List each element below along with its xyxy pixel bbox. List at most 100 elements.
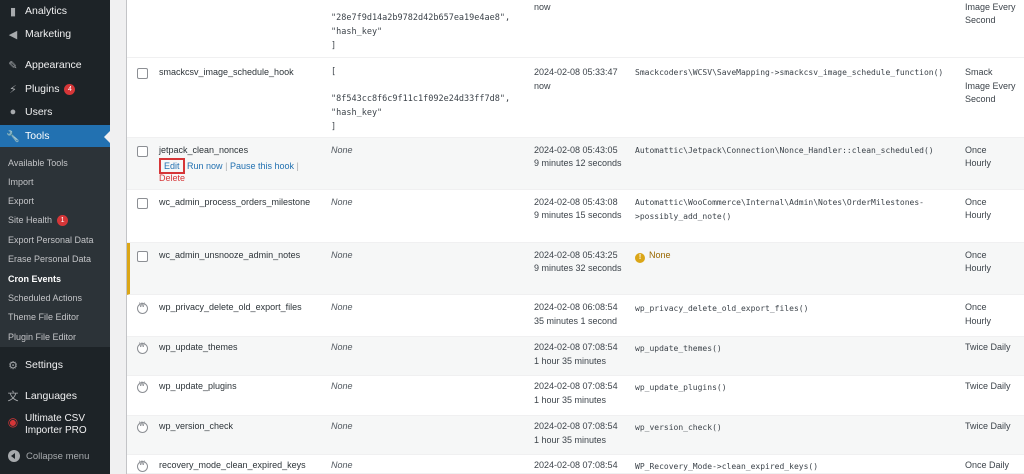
wordpress-core-icon [137, 422, 148, 433]
sidebar-item-tools[interactable]: 🔧 Tools [0, 125, 110, 147]
recurrence: Hourly [965, 316, 992, 326]
site-health-badge: 1 [57, 214, 69, 226]
sidebar-item-label: Ultimate CSV Importer PRO [25, 413, 87, 436]
sidebar-item-label: Languages [25, 390, 77, 402]
action-callback: wp_update_plugins() [635, 383, 727, 392]
cron-events-table: "28e7f9d14a2b9782d42b657ea19e4ae8", "has… [126, 0, 1024, 474]
args-line: "hash_key" [331, 108, 383, 118]
collapse-menu-button[interactable]: Collapse menu [0, 447, 110, 465]
args-none: None [331, 145, 353, 155]
hook-name: wc_admin_unsnooze_admin_notes [159, 250, 301, 260]
recurrence: Once [965, 302, 987, 312]
table-row: wp_update_themes None 2024-02-08 07:08:5… [127, 337, 1024, 376]
table-row: wc_admin_unsnooze_admin_notes None 2024-… [127, 243, 1024, 295]
collapse-arrow-icon [8, 450, 20, 462]
recurrence: Hourly [965, 263, 992, 273]
submenu-item-export[interactable]: Export [8, 193, 108, 209]
action-callback: WP_Recovery_Mode->clean_expired_keys() [635, 462, 819, 471]
action-callback: >possibly_add_note() [635, 212, 732, 221]
submenu-item-erase-personal-data[interactable]: Erase Personal Data [8, 251, 108, 267]
hook-name: wp_privacy_delete_old_export_files [159, 302, 302, 312]
args-line: "8f543cc8f6c9f11c1f092e24d33ff7d8", [331, 94, 511, 104]
next-run-relative: 9 minutes 12 seconds [534, 158, 622, 168]
args-none: None [331, 250, 353, 260]
sidebar-item-label: Settings [25, 359, 63, 371]
action-callback: wp_version_check() [635, 423, 722, 432]
recurrence: Second [965, 94, 996, 104]
wordpress-core-icon [137, 343, 148, 354]
table-row: wp_version_check None 2024-02-08 07:08:5… [127, 416, 1024, 455]
next-run-date: 2024-02-08 06:08:54 [534, 302, 618, 312]
recurrence: Once [965, 145, 987, 155]
wordpress-core-icon [137, 303, 148, 314]
recurrence: Image Every [965, 81, 1016, 91]
wp-admin-screen: ▮ Analytics ◀ Marketing ✎ Appearance ⚡ P… [0, 0, 1024, 474]
next-run-date: 2024-02-08 07:08:54 [534, 460, 618, 470]
table-row: wc_admin_process_orders_milestone None 2… [127, 190, 1024, 243]
row-checkbox[interactable] [137, 68, 148, 79]
submenu-item-scheduled-actions[interactable]: Scheduled Actions [8, 290, 108, 306]
recurrence: Image Every [965, 2, 1016, 12]
sidebar-item-users[interactable]: ● Users [0, 101, 110, 123]
submenu-item-import[interactable]: Import [8, 174, 108, 190]
sidebar-item-appearance[interactable]: ✎ Appearance [0, 54, 110, 76]
run-now-link[interactable]: Run now [187, 161, 223, 171]
args-line: ] [331, 122, 337, 132]
hook-name: wp_version_check [159, 421, 234, 431]
wordpress-core-icon [137, 382, 148, 393]
recurrence: Second [965, 15, 996, 25]
csv-importer-icon: ◉ [7, 415, 19, 429]
action-callback: Smackcoders\WCSV\SaveMapping->smackcsv_i… [635, 68, 944, 77]
admin-sidebar: ▮ Analytics ◀ Marketing ✎ Appearance ⚡ P… [0, 0, 110, 474]
next-run-date: 2024-02-08 07:08:54 [534, 421, 618, 431]
submenu-item-cron-events[interactable]: Cron Events [8, 271, 108, 287]
next-run-relative: 35 minutes 1 second [534, 316, 618, 326]
args-none: None [331, 342, 353, 352]
row-checkbox[interactable] [137, 251, 148, 262]
plug-icon: ⚡ [9, 83, 17, 96]
sidebar-item-marketing[interactable]: ◀ Marketing [0, 23, 110, 45]
recurrence: Twice Daily [965, 342, 1011, 352]
submenu-item-export-personal-data[interactable]: Export Personal Data [8, 232, 108, 248]
submenu-item-site-health[interactable]: Site Health 1 [8, 212, 108, 228]
next-run-date: 2024-02-08 05:43:08 [534, 197, 618, 207]
sidebar-item-settings[interactable]: ⚙ Settings [0, 354, 110, 376]
delete-link[interactable]: Delete [159, 173, 185, 183]
next-run-date: 2024-02-08 07:08:54 [534, 342, 618, 352]
recurrence: Once [965, 197, 987, 207]
row-actions: Delete [159, 172, 185, 185]
paintbrush-icon: ✎ [8, 59, 18, 72]
submenu-item-theme-file-editor[interactable]: Theme File Editor [8, 309, 108, 325]
sidebar-item-plugins[interactable]: ⚡ Plugins 4 [0, 78, 110, 100]
wrench-icon: 🔧 [6, 130, 20, 143]
hook-name: jetpack_clean_nonces [159, 145, 249, 155]
hook-name: smackcsv_image_schedule_hook [159, 67, 294, 77]
action-callback: wp_privacy_delete_old_export_files() [635, 304, 809, 313]
submenu-item-available-tools[interactable]: Available Tools [8, 155, 108, 171]
megaphone-icon: ◀ [8, 28, 18, 41]
pause-hook-link[interactable]: Pause this hook [230, 161, 294, 171]
sidebar-item-ultimate-csv-importer[interactable]: ◉ Ultimate CSV Importer PRO [0, 413, 110, 443]
sidebar-item-label: Plugins [25, 83, 60, 95]
recurrence: Once Daily [965, 460, 1010, 470]
next-run-relative: 9 minutes 15 seconds [534, 210, 622, 220]
args-none: None [331, 302, 353, 312]
next-run-relative: now [534, 81, 551, 91]
table-row: recovery_mode_clean_expired_keys None 20… [127, 455, 1024, 474]
sidebar-item-label: Appearance [25, 59, 82, 71]
table-row: "28e7f9d14a2b9782d42b657ea19e4ae8", "has… [127, 0, 1024, 58]
sidebar-item-analytics[interactable]: ▮ Analytics [0, 0, 110, 22]
sidebar-item-label: Analytics [25, 5, 68, 17]
hook-name: wp_update_plugins [159, 381, 237, 391]
next-run-relative: 9 minutes 32 seconds [534, 263, 622, 273]
submenu-item-plugin-file-editor[interactable]: Plugin File Editor [8, 329, 108, 345]
args-line: [ [331, 67, 337, 77]
user-icon: ● [9, 106, 17, 118]
row-checkbox[interactable] [137, 146, 148, 157]
args-none: None [331, 460, 353, 470]
next-run-date: 2024-02-08 07:08:54 [534, 381, 618, 391]
sidebar-item-languages[interactable]: 文 Languages [0, 385, 110, 407]
row-checkbox[interactable] [137, 198, 148, 209]
table-row: wp_privacy_delete_old_export_files None … [127, 295, 1024, 337]
sidebar-item-label: Tools [25, 130, 50, 142]
